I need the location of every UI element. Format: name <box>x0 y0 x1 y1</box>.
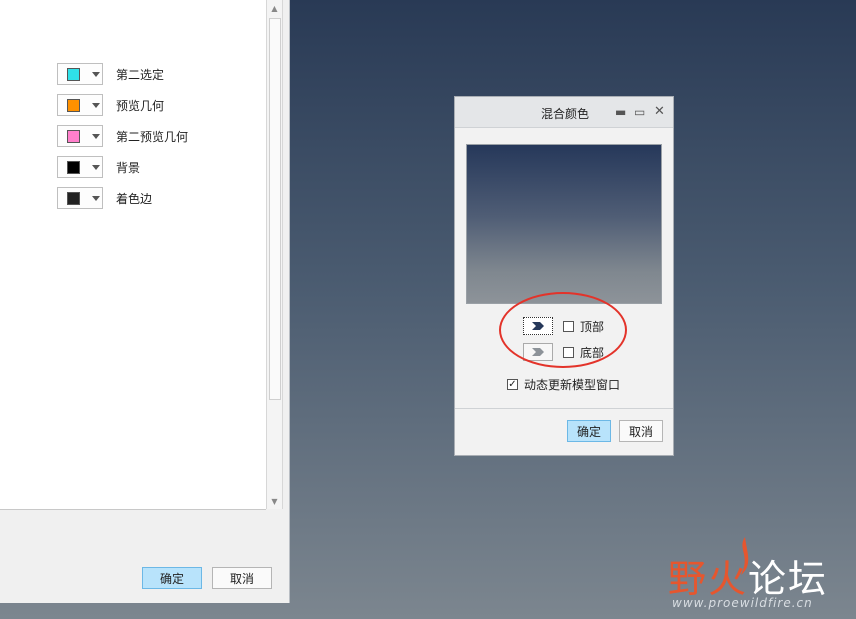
color-row-secondary-selected: 第二选定 <box>57 62 164 86</box>
watermark-title: 野火论坛 <box>668 548 828 603</box>
color-swatch <box>67 160 80 174</box>
bottom-checkbox[interactable] <box>563 346 574 358</box>
dialog-title-bar[interactable]: 混合颜色 ▬ ▭ ✕ <box>455 97 673 128</box>
dynamic-update-checkbox[interactable]: ✓ <box>507 379 518 390</box>
color-picker-button[interactable] <box>57 63 103 85</box>
dropdown-arrow-icon <box>92 164 100 170</box>
scroll-up-icon[interactable]: ▲ <box>267 0 282 16</box>
dropdown-arrow-icon <box>92 102 100 108</box>
ok-button[interactable]: 确定 <box>142 567 202 589</box>
dropdown-arrow-icon <box>92 133 100 139</box>
system-colors-panel: 第二选定 预览几何 第二预览几何 背景 着色边 ▲ ▼ 确定 取消 <box>0 0 290 603</box>
bottom-color-picker-button[interactable] <box>523 343 553 361</box>
color-list-area: 第二选定 预览几何 第二预览几何 背景 着色边 <box>0 0 266 510</box>
minimize-icon[interactable]: ▬ <box>615 105 626 119</box>
top-label: 顶部 <box>580 319 605 334</box>
top-color-row: 顶部 <box>523 316 604 336</box>
color-row-label: 第二选定 <box>116 67 165 82</box>
dynamic-update-label: 动态更新模型窗口 <box>524 378 621 392</box>
watermark-part1: 野火 <box>668 557 749 601</box>
scroll-down-icon[interactable]: ▼ <box>267 493 282 509</box>
dropdown-arrow-icon <box>92 71 100 77</box>
top-checkbox[interactable] <box>563 320 574 332</box>
color-swatch <box>67 98 80 112</box>
color-row-label: 着色边 <box>116 191 153 206</box>
watermark-url: www.proewildfire.cn <box>672 596 813 610</box>
scroll-thumb[interactable] <box>269 18 281 400</box>
vertical-scrollbar[interactable]: ▲ ▼ <box>266 0 283 509</box>
color-swatch <box>67 191 80 205</box>
top-color-picker-button[interactable] <box>523 317 553 335</box>
color-picker-button[interactable] <box>57 94 103 116</box>
bottom-color-row: 底部 <box>523 342 604 362</box>
color-picker-button[interactable] <box>57 156 103 178</box>
close-icon[interactable]: ✕ <box>654 104 665 119</box>
color-swatch <box>67 67 80 81</box>
dialog-separator <box>455 408 673 409</box>
color-picker-icon <box>532 348 544 356</box>
color-swatch <box>67 129 80 143</box>
color-row-label: 背景 <box>116 160 141 175</box>
color-row-preview-geometry: 预览几何 <box>57 93 164 117</box>
dynamic-update-row: ✓ 动态更新模型窗口 <box>507 376 620 393</box>
dialog-cancel-button[interactable]: 取消 <box>619 420 663 442</box>
color-row-secondary-preview-geometry: 第二预览几何 <box>57 124 188 148</box>
gradient-preview <box>466 144 662 304</box>
color-picker-button[interactable] <box>57 125 103 147</box>
color-row-shaded-edge: 着色边 <box>57 186 152 210</box>
dialog-title: 混合颜色 <box>541 107 590 121</box>
color-row-label: 预览几何 <box>116 98 165 113</box>
dialog-ok-button[interactable]: 确定 <box>567 420 611 442</box>
watermark-part2: 论坛 <box>748 557 829 601</box>
maximize-icon[interactable]: ▭ <box>634 105 645 119</box>
color-row-label: 第二预览几何 <box>116 129 189 144</box>
dropdown-arrow-icon <box>92 195 100 201</box>
color-picker-button[interactable] <box>57 187 103 209</box>
bottom-label: 底部 <box>580 345 605 360</box>
color-row-background: 背景 <box>57 155 140 179</box>
color-picker-icon <box>532 322 544 330</box>
cancel-button[interactable]: 取消 <box>212 567 272 589</box>
blend-color-dialog: 混合颜色 ▬ ▭ ✕ 顶部 底部 ✓ 动态更新模型窗口 确定 取消 <box>454 96 674 456</box>
